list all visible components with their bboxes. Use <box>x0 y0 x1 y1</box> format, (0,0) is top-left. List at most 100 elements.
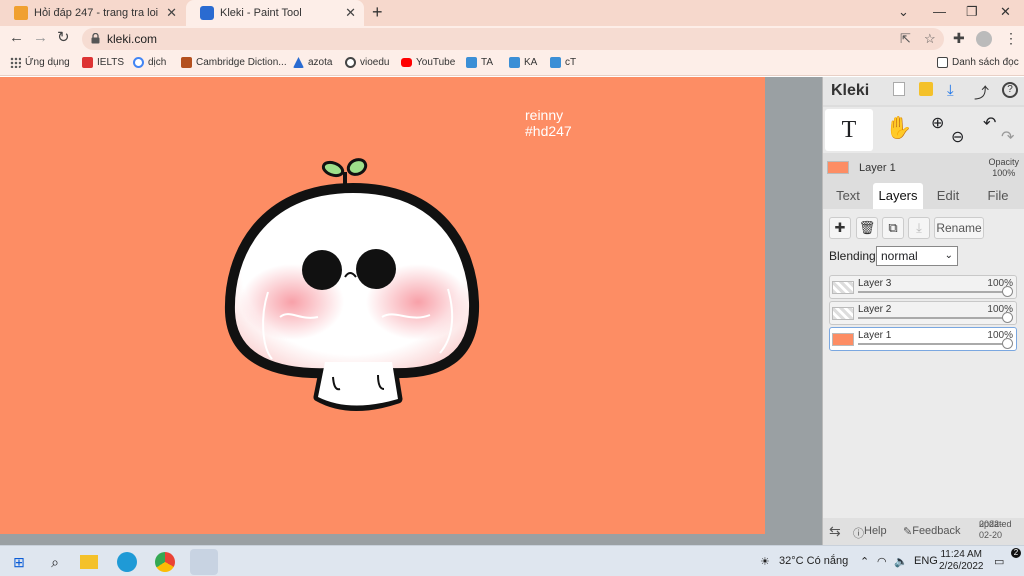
help-icon[interactable]: ? <box>1002 82 1018 98</box>
tab-hoidap[interactable]: Hỏi đáp 247 - trang tra loi ✕ <box>0 0 185 26</box>
tab-search-icon[interactable]: ⌄ <box>898 4 909 20</box>
tab-kleki[interactable]: Kleki - Paint Tool ✕ <box>186 0 364 26</box>
zoom-in-icon[interactable]: ⊕ <box>931 113 944 133</box>
close-tab-icon[interactable]: ✕ <box>345 6 356 19</box>
bookmark-apps[interactable]: Ứng dụng <box>10 57 70 68</box>
share-page-icon[interactable]: ⇱ <box>900 31 911 47</box>
reload-icon[interactable]: ↻ <box>57 30 70 46</box>
apps-grid-icon <box>10 57 21 68</box>
redo-icon[interactable]: ↷ <box>1001 127 1014 147</box>
kleki-topbar: Kleki ⤓ ⤴ ? <box>823 77 1024 105</box>
bookmark-dich[interactable]: dịch <box>133 57 166 68</box>
bookmark-ielts[interactable]: IELTS <box>82 57 124 68</box>
kleki-favicon-icon <box>200 6 214 20</box>
chrome-icon[interactable] <box>155 552 175 572</box>
blending-select[interactable]: normal ⌄ <box>876 246 958 266</box>
file-explorer-icon[interactable] <box>80 555 98 569</box>
weather-icon[interactable]: ☀ <box>760 555 770 568</box>
opacity-slider-knob[interactable] <box>1002 338 1013 349</box>
opacity-slider[interactable] <box>858 343 1008 345</box>
share-icon[interactable]: ⤴ <box>974 82 989 103</box>
search-icon[interactable]: ⌕ <box>44 551 66 573</box>
reading-list[interactable]: Danh sách đọc <box>937 57 1019 68</box>
opacity-slider-knob[interactable] <box>1002 312 1013 323</box>
hand-tool-icon[interactable]: ✋ <box>885 115 912 141</box>
panel-footer: ⇆ ⓘ Help ✎ Feedback updated 2022-02-20 <box>823 518 1024 545</box>
avatar[interactable] <box>976 31 992 47</box>
open-folder-icon[interactable] <box>919 82 933 96</box>
edge-icon[interactable] <box>117 552 137 572</box>
chrome-active-window[interactable] <box>190 549 218 575</box>
drawing-canvas[interactable]: reinny #hd247 <box>0 77 765 534</box>
new-tab-button[interactable]: + <box>372 3 383 21</box>
bookmark-label: Ứng dụng <box>25 57 70 68</box>
forward-icon[interactable]: → <box>33 30 48 46</box>
undo-icon[interactable]: ↶ <box>983 113 996 133</box>
url-text: kleki.com <box>107 32 158 46</box>
bookmark-ka[interactable]: KA <box>509 57 537 68</box>
download-icon[interactable]: ⤓ <box>947 82 954 99</box>
swap-side-icon[interactable]: ⇆ <box>829 523 841 540</box>
delete-layer-button[interactable]: 🗑 <box>856 217 878 239</box>
bookmark-star-icon[interactable]: ☆ <box>924 31 936 47</box>
notification-icon[interactable]: ▭ <box>994 555 1004 568</box>
bookmark-ta[interactable]: TA <box>466 57 493 68</box>
menu-kebab-icon[interactable]: ⋮ <box>1004 30 1018 47</box>
close-tab-icon[interactable]: ✕ <box>166 6 177 19</box>
layer-item-3[interactable]: Layer 3 100% <box>829 275 1017 299</box>
clock-date: 2/26/2022 <box>939 561 984 572</box>
bookmark-cambridge[interactable]: Cambridge Diction... <box>181 57 287 68</box>
kleki-sidebar: Kleki ⤓ ⤴ ? T ✋ ⊕ ⊖ ↶ ↷ Layer 1 Opacity … <box>822 77 1024 545</box>
help-link[interactable]: ⓘ Help <box>853 525 887 541</box>
new-image-icon[interactable] <box>893 82 905 96</box>
tab-text[interactable]: Text <box>823 183 873 209</box>
tab-edit[interactable]: Edit <box>923 183 973 209</box>
active-layer-row[interactable]: Layer 1 Opacity 100% <box>823 155 1024 183</box>
minimize-button[interactable]: — <box>933 4 946 20</box>
opacity-readout: Opacity 100% <box>988 157 1019 179</box>
opacity-slider[interactable] <box>858 317 1008 319</box>
bookmark-ct[interactable]: cT <box>550 57 576 68</box>
tray-chevron-icon[interactable]: ⌃ <box>860 555 869 568</box>
text-tool-button[interactable]: T <box>825 109 873 151</box>
add-layer-button[interactable]: ✚ <box>829 217 851 239</box>
rename-button[interactable]: Rename <box>934 217 984 239</box>
bookmark-label: TA <box>481 57 494 68</box>
opacity-slider[interactable] <box>858 291 1008 293</box>
duplicate-layer-button[interactable]: ⧉ <box>882 217 904 239</box>
wifi-icon[interactable]: ◠ <box>877 555 887 568</box>
layer-item-1[interactable]: Layer 1 100% <box>829 327 1017 351</box>
zoom-out-icon[interactable]: ⊖ <box>951 127 964 147</box>
canvas-stage[interactable]: reinny #hd247 <box>0 77 822 545</box>
windows-start-icon[interactable]: ⊞ <box>8 551 30 573</box>
speaker-icon[interactable]: 🔈 <box>894 555 908 568</box>
reading-list-icon <box>937 57 948 68</box>
address-bar[interactable]: kleki.com ⇱ ☆ <box>82 28 944 50</box>
weather-text[interactable]: 32°C Có nắng <box>779 555 848 567</box>
layers-panel: ✚ 🗑 ⧉ ⤓ Rename Blending normal ⌄ Layer 3… <box>823 209 1024 529</box>
bookmark-youtube[interactable]: YouTube <box>401 57 455 68</box>
restore-button[interactable]: ❐ <box>966 4 978 20</box>
bookmark-azota[interactable]: azota <box>293 57 332 68</box>
layer-thumbnail <box>832 333 854 346</box>
google-icon <box>133 57 144 68</box>
merge-down-button[interactable]: ⤓ <box>908 217 930 239</box>
tool-row: T ✋ ⊕ ⊖ ↶ ↷ <box>823 107 1024 153</box>
panel-tabs: Text Layers Edit File <box>823 183 1024 209</box>
tab-file[interactable]: File <box>973 183 1023 209</box>
cambridge-icon <box>181 57 192 68</box>
extensions-icon[interactable]: ✚ <box>953 30 965 47</box>
close-window-button[interactable]: ✕ <box>1000 4 1011 20</box>
tab-layers[interactable]: Layers <box>873 183 923 209</box>
layer-item-2[interactable]: Layer 2 100% <box>829 301 1017 325</box>
opacity-value: 100% <box>992 168 1016 178</box>
opacity-label: Opacity <box>988 157 1019 167</box>
opacity-slider-knob[interactable] <box>1002 286 1013 297</box>
language-indicator[interactable]: ENG <box>914 555 938 567</box>
back-icon[interactable]: ← <box>9 30 24 46</box>
bookmark-vioedu[interactable]: vioedu <box>345 57 389 68</box>
blending-label: Blending <box>829 249 876 263</box>
system-clock[interactable]: 11:24 AM 2/26/2022 <box>939 549 984 573</box>
layer-name: Layer 3 <box>858 278 892 289</box>
feedback-link[interactable]: ✎ Feedback <box>903 525 961 538</box>
